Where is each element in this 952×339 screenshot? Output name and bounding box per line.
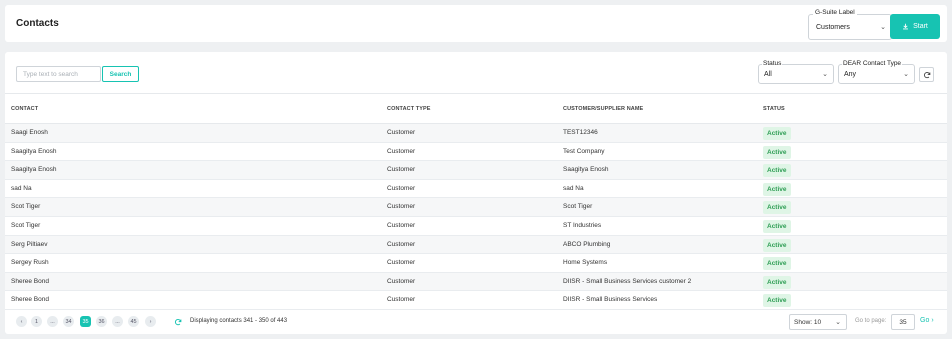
status-filter-value: All xyxy=(764,71,772,78)
contact-cell: Saagitya Enosh xyxy=(11,166,57,174)
customer-name-cell: Scot Tiger xyxy=(563,203,593,211)
status-badge: Active xyxy=(763,182,791,196)
contact-type-cell: Customer xyxy=(387,166,416,174)
page-ellipsis[interactable]: ... xyxy=(47,316,58,327)
goto-page-input[interactable] xyxy=(891,314,915,330)
contact-type-cell: Customer xyxy=(387,222,416,229)
refresh-icon xyxy=(923,71,930,78)
customer-name-cell: TEST12346 xyxy=(563,129,598,136)
page-button[interactable]: 34 xyxy=(63,316,74,327)
gsuite-label-caption: G-Suite Label xyxy=(813,9,857,16)
pagination-display-text: Displaying contacts 341 - 350 of 443 xyxy=(190,318,288,324)
status-badge: Active xyxy=(763,275,791,289)
table-header: CONTACT CONTACT TYPE CUSTOMER/SUPPLIER N… xyxy=(5,93,947,124)
contact-cell: Sheree Bond xyxy=(11,277,49,285)
column-header-contact-type[interactable]: CONTACT TYPE xyxy=(387,106,431,112)
contact-cell: Saagi Enosh xyxy=(11,129,48,136)
dear-contact-type-value: Any xyxy=(844,71,857,78)
contact-cell: Sheree Bond xyxy=(11,296,49,304)
contact-type-cell: Customer xyxy=(387,259,416,267)
next-page-button[interactable]: › xyxy=(145,316,156,327)
refresh-button[interactable] xyxy=(919,67,934,82)
page-title: Contacts xyxy=(16,18,59,29)
start-label: Start xyxy=(913,23,928,30)
status-badge: Active xyxy=(763,164,791,178)
start-button[interactable]: Start xyxy=(890,14,940,39)
contact-type-cell: Customer xyxy=(387,277,416,285)
dear-contact-type-label: DEAR Contact Type xyxy=(842,60,903,67)
customer-name-cell: Home Systems xyxy=(563,259,608,267)
status-badge: Active xyxy=(763,145,791,159)
page-size-value: Show: 10 xyxy=(794,319,822,326)
download-icon xyxy=(903,23,909,30)
customer-name-cell: Saagitya Enosh xyxy=(563,166,609,174)
column-header-contact[interactable]: CONTACT xyxy=(11,106,38,112)
customer-name-cell: Test Company xyxy=(563,147,605,155)
chevron-down-icon: ⌄ xyxy=(822,71,828,78)
contact-type-cell: Customer xyxy=(387,184,416,192)
table-row[interactable]: Saagi Enosh Customer TEST12346 Active xyxy=(5,124,947,143)
page-button[interactable]: 1 xyxy=(31,316,42,327)
status-filter-select[interactable]: Status All ⌄ xyxy=(758,60,834,84)
status-badge: Active xyxy=(763,294,791,308)
page-ellipsis[interactable]: ... xyxy=(112,316,123,327)
table-row[interactable]: Sergey Rush Customer Home Systems Active xyxy=(5,254,947,273)
table-row[interactable]: Scot Tiger Customer ST Industries Active xyxy=(5,217,947,236)
contact-cell: Sergey Rush xyxy=(11,259,49,267)
table-row[interactable]: Saagitya Enosh Customer Test Company Act… xyxy=(5,143,947,162)
status-filter-label: Status xyxy=(762,60,783,67)
gsuite-label-value: Customers xyxy=(816,24,850,31)
goto-page-label: Go to page: xyxy=(855,318,887,324)
contact-type-cell: Customer xyxy=(387,147,416,155)
contacts-panel: Search Status All ⌄ DEAR Contact Type An… xyxy=(5,52,947,334)
dear-contact-type-select[interactable]: DEAR Contact Type Any ⌄ xyxy=(838,60,915,84)
go-button[interactable]: Go › xyxy=(920,317,934,324)
table-row[interactable]: Scot Tiger Customer Scot Tiger Active xyxy=(5,198,947,217)
table-row[interactable]: Sheree Bond Customer DIISR - Small Busin… xyxy=(5,272,947,292)
table-row[interactable]: Saagitya Enosh Customer Saagitya Enosh A… xyxy=(5,161,947,180)
search-input[interactable] xyxy=(16,66,101,82)
page-button[interactable]: 36 xyxy=(96,316,107,327)
contact-type-cell: Customer xyxy=(387,203,416,211)
table-row[interactable]: Serg Piltiaev Customer ABCO Plumbing Act… xyxy=(5,235,947,255)
column-header-status[interactable]: STATUS xyxy=(763,106,785,112)
chevron-down-icon: ⌄ xyxy=(880,24,886,31)
contact-type-cell: Customer xyxy=(387,129,416,136)
page-button[interactable]: 45 xyxy=(128,316,139,327)
chevron-down-icon: ⌄ xyxy=(835,319,841,326)
go-label: Go xyxy=(920,317,930,324)
customer-name-cell: DIISR - Small Business Services customer… xyxy=(563,277,692,285)
column-header-customer-supplier-name[interactable]: CUSTOMER/SUPPLIER NAME xyxy=(563,106,643,112)
customer-name-cell: ABCO Plumbing xyxy=(563,240,611,248)
chevron-down-icon: ⌄ xyxy=(903,71,909,78)
status-badge: Active xyxy=(763,257,791,271)
contact-cell: Scot Tiger xyxy=(11,222,41,229)
status-badge: Active xyxy=(763,201,791,215)
page-button-current[interactable]: 35 xyxy=(80,316,91,327)
table-row[interactable]: sad Na Customer sad Na Active xyxy=(5,180,947,199)
contact-cell: sad Na xyxy=(11,184,32,192)
customer-name-cell: DIISR - Small Business Services xyxy=(563,296,658,304)
prev-page-button[interactable]: ‹ xyxy=(16,316,27,327)
page-size-select[interactable]: Show: 10 ⌄ xyxy=(789,314,847,330)
refresh-icon[interactable] xyxy=(172,316,183,327)
customer-name-cell: ST Industries xyxy=(563,222,602,229)
pagination: ‹ 1 ... 34 35 36 ... 45 › Displaying con… xyxy=(5,310,947,334)
search-button[interactable]: Search xyxy=(102,66,139,82)
customer-name-cell: sad Na xyxy=(563,184,584,192)
contact-cell: Serg Piltiaev xyxy=(11,240,48,248)
contact-type-cell: Customer xyxy=(387,240,416,248)
status-badge: Active xyxy=(763,127,791,140)
contact-cell: Scot Tiger xyxy=(11,203,41,211)
page-header: Contacts G-Suite Label Customers ⌄ Start xyxy=(5,5,947,42)
chevron-right-icon: › xyxy=(931,317,934,324)
status-badge: Active xyxy=(763,238,791,252)
status-badge: Active xyxy=(763,220,791,233)
gsuite-label-select[interactable]: G-Suite Label Customers ⌄ xyxy=(808,9,892,40)
contact-cell: Saagitya Enosh xyxy=(11,147,57,155)
table-row[interactable]: Sheree Bond Customer DIISR - Small Busin… xyxy=(5,291,947,310)
contact-type-cell: Customer xyxy=(387,296,416,304)
